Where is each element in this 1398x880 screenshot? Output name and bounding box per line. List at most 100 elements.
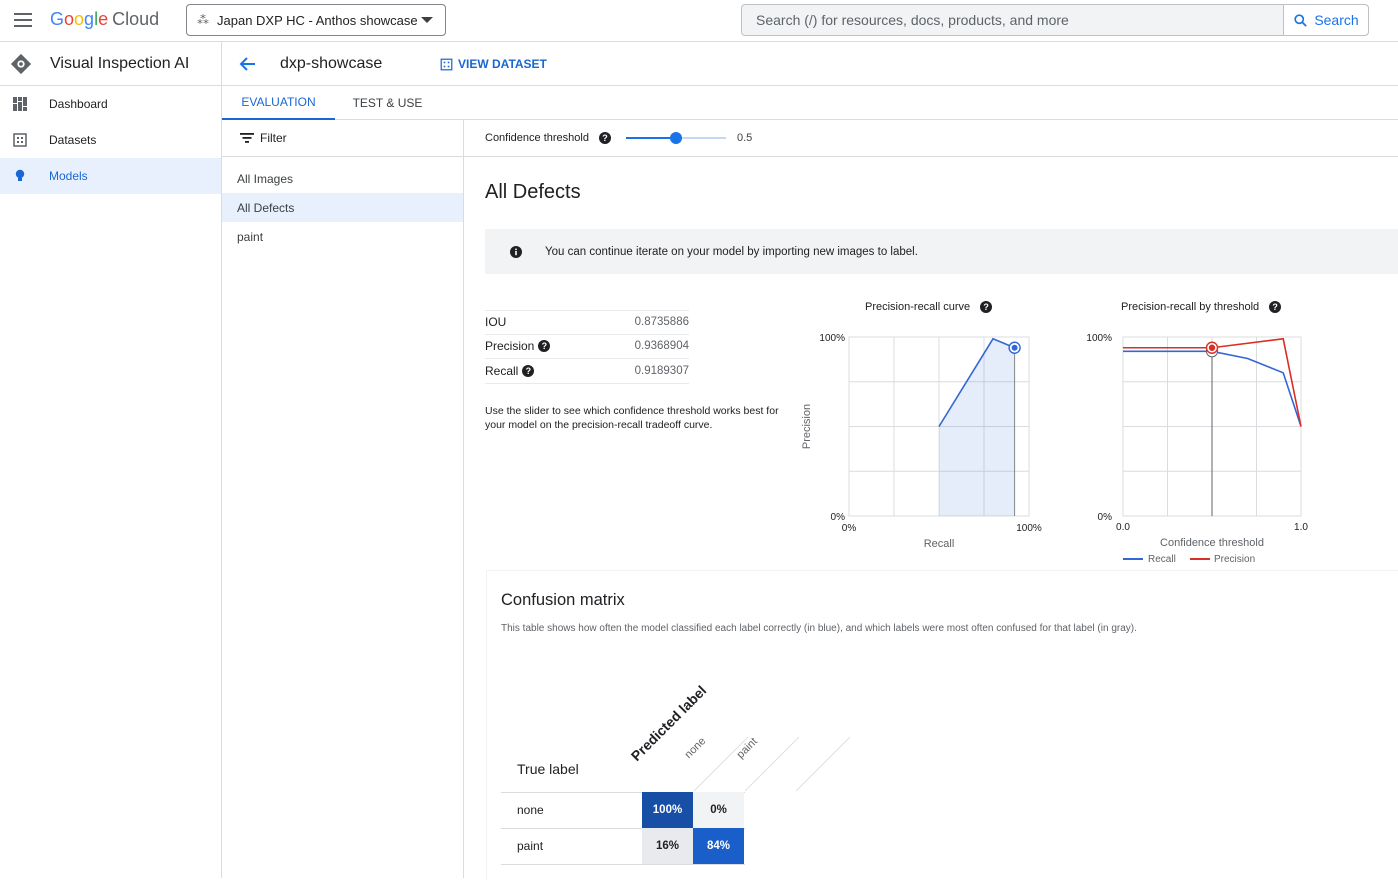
dataset-icon — [13, 133, 27, 147]
project-name: Japan DXP HC - Anthos showcase — [217, 12, 418, 28]
menu-icon[interactable] — [14, 13, 32, 27]
top-bar: Google Cloud ⁂ Japan DXP HC - Anthos show… — [0, 0, 1398, 42]
filter-item-all-defects[interactable]: All Defects — [222, 193, 463, 222]
confidence-value: 0.5 — [736, 132, 753, 144]
filter-icon — [240, 133, 254, 143]
metrics-table: IOU 0.8735886 Precision? 0.9368904 Recal… — [485, 310, 689, 384]
tab-bar: EVALUATION TEST & USE — [222, 86, 1398, 120]
visual-inspection-icon — [10, 53, 32, 74]
row-divider — [501, 864, 745, 865]
product-title: Visual Inspection AI — [50, 54, 190, 72]
sidebar: Visual Inspection AI Dashboard Datasets … — [0, 42, 222, 878]
dashboard-icon — [13, 97, 27, 111]
google-cloud-logo[interactable]: Google Cloud — [50, 9, 159, 30]
confusion-matrix-card: Confusion matrix This table shows how of… — [486, 570, 1398, 880]
legend-label-recall: Recall — [1148, 554, 1176, 565]
sidebar-item-label: Models — [49, 169, 88, 183]
x-tick-label: 1.0 — [1294, 522, 1308, 533]
matrix-cell: 84% — [693, 828, 744, 864]
search-icon — [1294, 13, 1308, 27]
help-icon[interactable]: ? — [522, 364, 535, 377]
row-label-none: none — [517, 803, 544, 817]
tab-test-and-use[interactable]: TEST & USE — [335, 86, 440, 120]
metric-row-precision: Precision? 0.9368904 — [485, 335, 689, 359]
info-icon — [510, 245, 522, 258]
view-dataset-label: VIEW DATASET — [458, 57, 547, 71]
y-tick-label: 100% — [1086, 333, 1112, 344]
legend-label-precision: Precision — [1214, 554, 1255, 565]
page-title: dxp-showcase — [280, 55, 383, 72]
lightbulb-icon — [15, 169, 25, 181]
product-header: Visual Inspection AI — [0, 42, 221, 86]
metric-value: 0.9368904 — [634, 340, 689, 353]
filter-label: Filter — [260, 131, 287, 145]
matrix-cell: 16% — [642, 828, 693, 864]
tab-evaluation[interactable]: EVALUATION — [222, 86, 335, 120]
page-header: dxp-showcase VIEW DATASET — [222, 42, 1398, 86]
back-arrow-icon[interactable] — [238, 54, 258, 74]
pr-curve-title-wrap: Precision-recall curve ? — [865, 301, 993, 313]
metric-label: Recall — [485, 363, 519, 378]
header-diagonals — [693, 736, 851, 801]
dataset-icon — [440, 58, 453, 70]
matrix-cell: 100% — [642, 792, 693, 828]
y-tick-label: 0% — [831, 512, 846, 523]
search-button[interactable]: Search — [1283, 5, 1368, 35]
pr-curve-title: Precision-recall curve — [865, 301, 971, 313]
sidebar-item-datasets[interactable]: Datasets — [0, 122, 221, 158]
y-axis-label: Precision — [801, 404, 813, 449]
help-icon[interactable]: ? — [538, 340, 551, 353]
sidebar-item-models[interactable]: Models — [0, 158, 221, 194]
filter-button[interactable]: Filter — [222, 120, 463, 157]
info-banner: You can continue iterate on your model b… — [485, 229, 1398, 274]
true-label: True label — [517, 761, 579, 777]
filter-item-all-images[interactable]: All Images — [222, 164, 463, 193]
logo-cloud: Cloud — [112, 9, 160, 29]
project-icon: ⁂ — [197, 13, 209, 27]
filter-pane: Filter All Images All Defects paint — [222, 120, 464, 878]
x-axis-label: Confidence threshold — [1160, 537, 1264, 549]
sidebar-item-label: Dashboard — [49, 97, 108, 111]
filter-item-paint[interactable]: paint — [222, 222, 463, 251]
metric-label: IOU — [485, 315, 507, 330]
logo-google: Google — [50, 9, 109, 29]
pr-threshold-chart: 100% 0%0.0 1.0 Confidence threshold Recall Pr… — [1086, 333, 1308, 565]
help-icon[interactable]: ? — [1269, 301, 1282, 313]
caret-down-icon — [421, 17, 433, 23]
x-tick-label: 100% — [1016, 523, 1042, 534]
metric-row-iou: IOU 0.8735886 — [485, 310, 689, 335]
metric-row-recall: Recall? 0.9189307 — [485, 359, 689, 384]
pr-threshold-title-wrap: Precision-recall by threshold ? — [1121, 301, 1282, 313]
view-dataset-button[interactable]: VIEW DATASET — [440, 57, 547, 71]
confusion-description: This table shows how often the model cla… — [501, 623, 1137, 634]
banner-text: You can continue iterate on your model b… — [545, 245, 918, 258]
metric-label: Precision — [485, 339, 535, 354]
confidence-slider[interactable] — [625, 131, 726, 145]
search-button-label: Search — [1314, 12, 1359, 28]
help-icon[interactable]: ? — [980, 301, 993, 313]
sidebar-item-dashboard[interactable]: Dashboard — [0, 86, 221, 122]
matrix-cell: 0% — [693, 792, 744, 828]
search-box: Search — [741, 4, 1369, 36]
pr-threshold-title: Precision-recall by threshold — [1121, 301, 1260, 313]
metric-value: 0.8735886 — [634, 316, 689, 329]
x-axis-label: Recall — [924, 538, 955, 550]
pr-point — [1011, 344, 1018, 351]
main-content: Confidence threshold ? 0.5 All Defects Y… — [464, 120, 1398, 880]
slider-fill — [625, 137, 676, 139]
metric-value: 0.9189307 — [634, 364, 689, 377]
precision-point — [1208, 344, 1216, 351]
project-selector[interactable]: ⁂ Japan DXP HC - Anthos showcase — [186, 4, 446, 36]
y-tick-label: 100% — [819, 333, 845, 344]
x-tick-label: 0% — [842, 523, 857, 534]
search-input[interactable] — [742, 12, 1282, 28]
confidence-bar: Confidence threshold ? 0.5 — [464, 120, 1398, 157]
x-tick-label: 0.0 — [1116, 522, 1130, 533]
slider-thumb[interactable] — [669, 132, 682, 144]
section-title: All Defects — [485, 181, 581, 203]
metrics-note: Use the slider to see which confidence t… — [485, 405, 779, 431]
row-label-paint: paint — [517, 839, 544, 853]
y-tick-label: 0% — [1098, 512, 1113, 523]
help-icon[interactable]: ? — [598, 132, 611, 144]
confusion-title: Confusion matrix — [501, 591, 625, 609]
